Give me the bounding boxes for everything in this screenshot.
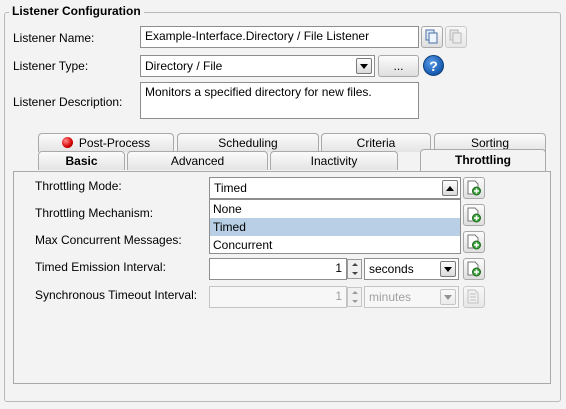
tab-inactivity[interactable]: Inactivity	[270, 151, 398, 170]
sync-timeout-spinner	[347, 287, 362, 307]
tab-advanced[interactable]: Advanced	[127, 151, 268, 170]
paste-button[interactable]	[445, 26, 467, 48]
chevron-up-icon[interactable]	[442, 180, 458, 196]
throttling-mode-dropdown: None Timed Concurrent	[209, 199, 461, 254]
add-variable-button-mechanism[interactable]	[463, 204, 485, 226]
throttling-mechanism-label: Throttling Mechanism:	[35, 206, 154, 220]
throttling-mode-select[interactable]: Timed	[209, 177, 461, 199]
timed-interval-spinner[interactable]	[347, 259, 362, 279]
chevron-down-icon[interactable]	[356, 58, 372, 74]
error-dot-icon	[61, 137, 73, 148]
sync-timeout-unit-value: minutes	[369, 290, 412, 304]
tab-post-process-label: Post-Process	[78, 136, 151, 150]
tab-criteria[interactable]: Criteria	[321, 133, 431, 152]
browse-button[interactable]: ...	[378, 55, 419, 77]
timed-interval-input[interactable]: 1	[209, 258, 347, 280]
listener-description-textarea[interactable]: Monitors a specified directory for new f…	[140, 82, 419, 119]
max-concurrent-label: Max Concurrent Messages:	[35, 233, 182, 247]
sync-timeout-unit-select: minutes	[364, 286, 459, 308]
add-variable-button-interval[interactable]	[463, 258, 485, 280]
chevron-down-icon[interactable]	[440, 261, 456, 277]
add-variable-icon	[467, 234, 481, 250]
add-variable-icon	[467, 180, 481, 196]
listener-name-input[interactable]: Example-Interface.Directory / File Liste…	[140, 26, 419, 48]
group-title: Listener Configuration	[9, 4, 144, 18]
listener-description-label: Listener Description:	[13, 95, 123, 109]
dropdown-option-concurrent[interactable]: Concurrent	[210, 236, 460, 254]
throttling-mode-label: Throttling Mode:	[35, 179, 122, 193]
spinner-up-icon[interactable]	[348, 260, 361, 269]
timed-interval-unit-value: seconds	[369, 262, 414, 276]
timed-interval-label: Timed Emission Interval:	[35, 260, 166, 274]
throttling-mode-value: Timed	[214, 181, 247, 195]
add-variable-icon	[467, 289, 479, 304]
listener-type-select[interactable]: Directory / File	[140, 55, 375, 77]
tab-scheduling[interactable]: Scheduling	[177, 133, 319, 152]
spinner-down-icon	[348, 297, 361, 306]
spinner-down-icon[interactable]	[348, 269, 361, 278]
help-icon[interactable]: ?	[423, 55, 444, 76]
paste-icon	[449, 29, 462, 44]
dropdown-option-timed[interactable]: Timed	[210, 218, 460, 236]
tab-post-process[interactable]: Post-Process	[38, 133, 174, 152]
add-variable-icon	[467, 261, 481, 277]
spinner-up-icon	[348, 288, 361, 297]
copy-icon	[425, 29, 438, 44]
tab-throttling[interactable]: Throttling	[420, 149, 546, 171]
sync-timeout-label: Synchronous Timeout Interval:	[35, 288, 198, 302]
tab-basic[interactable]: Basic	[38, 151, 125, 170]
add-variable-button-concurrent[interactable]	[463, 231, 485, 253]
copy-button[interactable]	[421, 26, 443, 48]
listener-name-label: Listener Name:	[13, 31, 95, 45]
listener-type-label: Listener Type:	[13, 59, 89, 73]
chevron-down-icon	[440, 289, 456, 305]
add-variable-button-timeout	[463, 286, 485, 308]
sync-timeout-input: 1	[209, 286, 347, 308]
timed-interval-unit-select[interactable]: seconds	[364, 258, 459, 280]
dropdown-option-none[interactable]: None	[210, 200, 460, 218]
add-variable-icon	[467, 207, 481, 223]
listener-type-value: Directory / File	[145, 59, 223, 73]
add-variable-button-mode[interactable]	[463, 177, 485, 199]
